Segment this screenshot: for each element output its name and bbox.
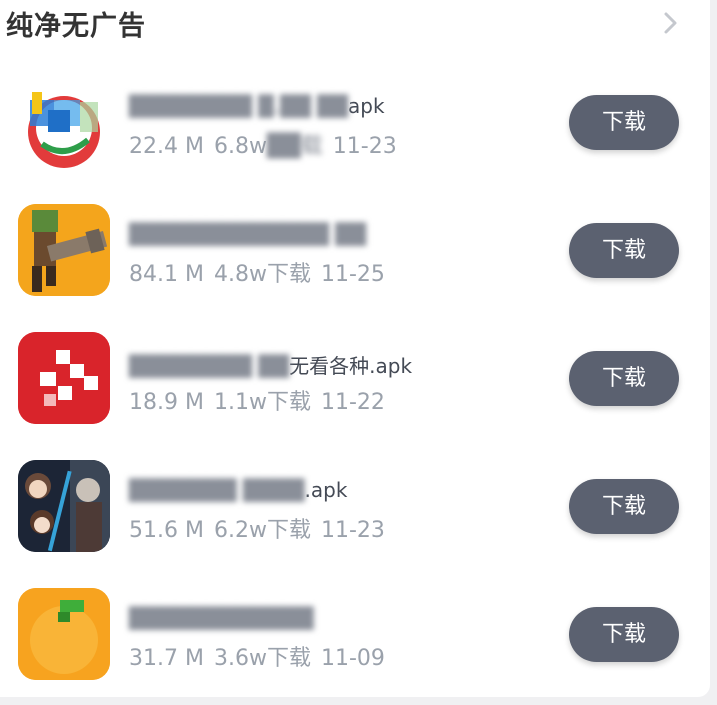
download-button[interactable]: 下载 bbox=[569, 479, 679, 534]
filename-blurred: █████████████ ██ bbox=[129, 222, 367, 246]
download-button[interactable]: 下载 bbox=[569, 223, 679, 278]
list-item[interactable]: ███████ ████.apk 51.6 M 6.2w下载 11-23 下载 bbox=[0, 444, 710, 572]
download-button[interactable]: 下载 bbox=[569, 95, 679, 150]
filename-blurred: ████████████ bbox=[129, 606, 314, 630]
chevron-right-icon[interactable] bbox=[660, 10, 682, 36]
download-count: 1.1w下载 bbox=[213, 390, 311, 415]
list-item[interactable]: ████████ ██无看各种.apk 18.9 M 1.1w下载 11-22 下载 bbox=[0, 316, 710, 444]
download-count: 6.8w bbox=[213, 134, 267, 159]
download-count: 3.6w下载 bbox=[213, 646, 311, 671]
filename-visible: 无看各种.apk bbox=[289, 354, 413, 378]
file-size: 51.6 M bbox=[129, 518, 204, 543]
section-title: 纯净无广告 bbox=[6, 11, 146, 42]
update-date: 11-23 bbox=[320, 518, 385, 543]
video-app-icon[interactable] bbox=[18, 332, 110, 424]
news-app-icon[interactable] bbox=[18, 80, 110, 172]
list-item[interactable]: ████████████ 31.7 M 3.6w下载 11-09 下载 bbox=[0, 572, 710, 700]
update-date: 11-23 bbox=[332, 134, 397, 159]
file-size: 22.4 M bbox=[129, 134, 204, 159]
update-date: 11-25 bbox=[320, 262, 385, 287]
download-button[interactable]: 下载 bbox=[569, 607, 679, 662]
file-size: 18.9 M bbox=[129, 390, 204, 415]
section-header: 纯净无广告 bbox=[0, 0, 710, 52]
file-size: 31.7 M bbox=[129, 646, 204, 671]
file-size: 84.1 M bbox=[129, 262, 204, 287]
download-count: 4.8w下载 bbox=[213, 262, 311, 287]
app-list-card: 纯净无广告 ████████ █.██ ██apk 22.4 M 6.8w██载 1… bbox=[0, 0, 710, 697]
app-meta: 51.6 M 6.2w下载 11-23 bbox=[129, 512, 395, 544]
app-meta: 31.7 M 3.6w下载 11-09 bbox=[129, 640, 395, 672]
filename-blurred: ███████ ████ bbox=[129, 478, 305, 502]
list-item[interactable]: █████████████ ██ 84.1 M 4.8w下载 11-25 下载 bbox=[0, 188, 710, 316]
orange-app-icon[interactable] bbox=[18, 588, 110, 680]
game-app-icon[interactable] bbox=[18, 204, 110, 296]
download-count: 6.2w下载 bbox=[213, 518, 311, 543]
download-label-blurred: ██载 bbox=[266, 134, 323, 159]
movie-app-icon[interactable] bbox=[18, 460, 110, 552]
update-date: 11-09 bbox=[320, 646, 385, 671]
filename-blurred: ████████ ██ bbox=[129, 354, 290, 378]
app-meta: 18.9 M 1.1w下载 11-22 bbox=[129, 384, 395, 416]
update-date: 11-22 bbox=[320, 390, 385, 415]
download-button[interactable]: 下载 bbox=[569, 351, 679, 406]
list-item[interactable]: ████████ █.██ ██apk 22.4 M 6.8w██载 11-23 下… bbox=[0, 60, 710, 188]
app-meta: 22.4 M 6.8w██载 11-23 bbox=[129, 128, 407, 160]
filename-visible: apk bbox=[348, 94, 385, 118]
filename-blurred: ████████ █.██ ██ bbox=[129, 94, 349, 118]
filename-visible: .apk bbox=[304, 478, 348, 502]
app-meta: 84.1 M 4.8w下载 11-25 bbox=[129, 256, 395, 288]
